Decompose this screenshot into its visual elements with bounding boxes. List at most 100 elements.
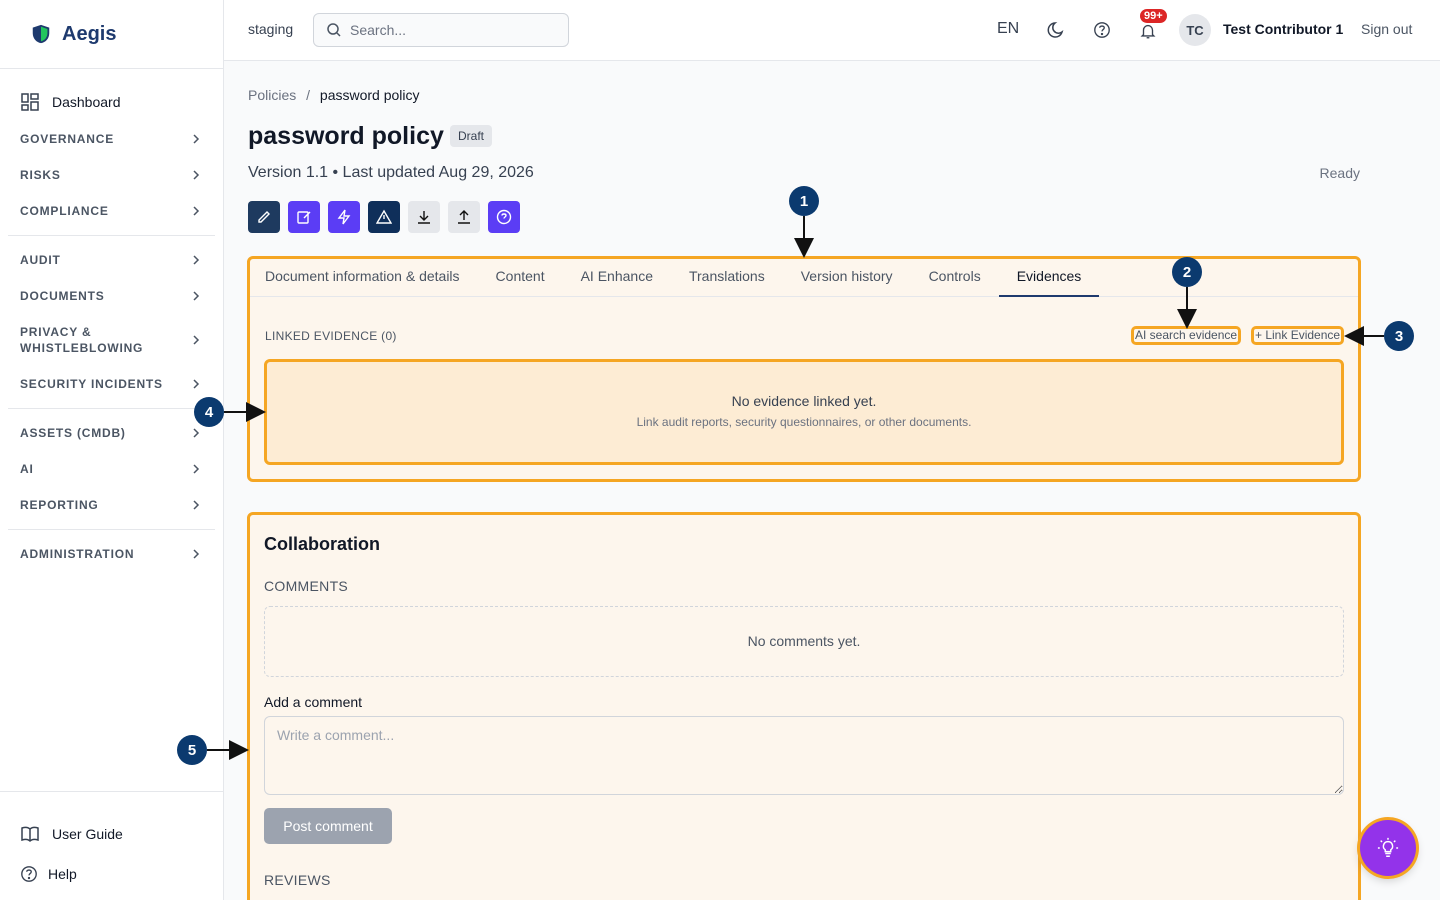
help-circle-icon[interactable]: [1093, 21, 1111, 39]
environment-label: staging: [248, 21, 294, 37]
language-switcher[interactable]: EN: [997, 20, 1019, 38]
chevron-right-icon: [193, 379, 200, 389]
user-guide-link[interactable]: User Guide: [0, 814, 223, 854]
warning-button[interactable]: [368, 201, 400, 233]
sidebar-divider: [8, 529, 215, 530]
sidebar-item-label: Administration: [20, 547, 135, 561]
search-input[interactable]: [350, 22, 550, 38]
lightbulb-icon: [1377, 837, 1399, 857]
sidebar-item-administration[interactable]: Administration: [0, 536, 223, 572]
sidebar-item-label: Privacy & Whistleblowing: [20, 325, 144, 355]
empty-subtitle: Link audit reports, security questionnai…: [636, 415, 972, 429]
sidebar-nav-groups: Governance Risks Compliance Audit Documents P…: [0, 121, 223, 572]
tabs-card: Document information & details Content AI …: [247, 256, 1361, 482]
avatar[interactable]: TC: [1179, 14, 1211, 46]
add-comment-label: Add a comment: [264, 694, 363, 710]
ai-search-evidence-button[interactable]: AI search evidence: [1131, 326, 1242, 345]
sidebar-item-reporting[interactable]: Reporting: [0, 487, 223, 523]
search-box[interactable]: [313, 13, 569, 47]
tab-document-information-details[interactable]: Document information & details: [263, 259, 478, 297]
brand[interactable]: Aegis: [0, 0, 223, 69]
marker-3: 3: [1384, 321, 1414, 351]
sidebar-item-label: AI: [20, 462, 34, 476]
tab-evidences[interactable]: Evidences: [998, 259, 1100, 297]
chevron-right-icon: [193, 500, 200, 510]
post-comment-button[interactable]: Post comment: [264, 808, 392, 844]
document-toolbar: [248, 201, 520, 233]
sidebar-item-documents[interactable]: Documents: [0, 278, 223, 314]
edit-document-button[interactable]: [288, 201, 320, 233]
ready-status: Ready: [1319, 165, 1360, 181]
marker-5: 5: [177, 735, 207, 765]
sidebar-item-governance[interactable]: Governance: [0, 121, 223, 157]
tab-controls[interactable]: Controls: [911, 259, 999, 297]
warning-icon: [376, 209, 392, 224]
chevron-right-icon: [193, 255, 200, 265]
sidebar-item-label: Audit: [20, 253, 61, 267]
sidebar-item-label: Assets (CMDB): [20, 426, 126, 440]
sidebar-item-label: Dashboard: [52, 94, 121, 110]
status-badge: Draft: [450, 125, 493, 147]
download-button[interactable]: [408, 201, 440, 233]
sidebar-item-security-incidents[interactable]: Security Incidents: [0, 366, 223, 402]
sidebar-item-label: Compliance: [20, 204, 109, 218]
sidebar-item-audit[interactable]: Audit: [0, 242, 223, 278]
marker-2: 2: [1172, 257, 1202, 287]
comment-textarea[interactable]: [264, 716, 1344, 795]
edit-icon: [258, 211, 270, 223]
help-circle-button[interactable]: [488, 201, 520, 233]
edit-button[interactable]: [248, 201, 280, 233]
sidebar-item-privacy-whistleblowing[interactable]: Privacy & Whistleblowing: [0, 314, 223, 366]
sidebar-item-label: Risks: [20, 168, 61, 182]
version-meta: Version 1.1 • Last updated Aug 29, 2026: [248, 164, 534, 181]
notification-badge: 99+: [1140, 9, 1167, 23]
bell-icon[interactable]: [1139, 22, 1157, 40]
chevron-right-icon: [193, 291, 200, 301]
help-label: Help: [48, 866, 77, 882]
lightning-button[interactable]: [328, 201, 360, 233]
chevron-right-icon: [193, 206, 200, 216]
help-circle-icon: [496, 209, 512, 225]
download-icon: [418, 211, 430, 224]
tab-translations[interactable]: Translations: [671, 259, 783, 297]
tab-content[interactable]: Content: [478, 259, 563, 297]
no-comments-placeholder: No comments yet.: [264, 606, 1344, 677]
search-icon: [327, 23, 341, 37]
shield-logo-icon: [32, 24, 50, 44]
linked-evidence-header: LINKED EVIDENCE (0): [265, 329, 397, 343]
sign-out-link[interactable]: Sign out: [1361, 21, 1412, 37]
upload-button[interactable]: [448, 201, 480, 233]
link-evidence-button[interactable]: + Link Evidence: [1251, 326, 1345, 345]
tab-version-history[interactable]: Version history: [783, 259, 911, 297]
sidebar-item-label: Security Incidents: [20, 377, 163, 391]
empty-title: No evidence linked yet.: [731, 393, 877, 409]
ai-assistant-button[interactable]: [1360, 820, 1416, 876]
sidebar: Aegis Dashboard Governance Risks Complianc…: [0, 0, 224, 900]
topbar: staging EN 99+ TC Test Contributor 1 Sig…: [224, 0, 1440, 61]
help-link[interactable]: Help: [0, 854, 223, 894]
sidebar-divider: [8, 408, 215, 409]
sidebar-item-dashboard[interactable]: Dashboard: [0, 87, 223, 117]
sidebar-divider: [8, 235, 215, 236]
collaboration-card: Collaboration COMMENTS No comments yet. …: [247, 512, 1361, 900]
chevron-right-icon: [193, 134, 200, 144]
sidebar-bottom: User Guide Help: [0, 791, 223, 894]
breadcrumb-current: password policy: [319, 87, 420, 103]
breadcrumb-policies[interactable]: Policies: [248, 87, 296, 103]
chevron-right-icon: [193, 549, 200, 559]
evidence-empty-state: No evidence linked yet. Link audit repor…: [264, 359, 1344, 465]
chevron-right-icon: [193, 428, 200, 438]
reviews-label: REVIEWS: [264, 872, 331, 888]
page-title: password policy: [248, 122, 444, 150]
sidebar-item-ai[interactable]: AI: [0, 451, 223, 487]
breadcrumb-separator: /: [306, 87, 311, 103]
chevron-right-icon: [193, 464, 200, 474]
chevron-right-icon: [193, 335, 200, 345]
sidebar-item-compliance[interactable]: Compliance: [0, 193, 223, 229]
moon-icon[interactable]: [1047, 20, 1067, 40]
sidebar-item-risks[interactable]: Risks: [0, 157, 223, 193]
marker-1: 1: [789, 186, 819, 216]
sidebar-item-assets-cmdb[interactable]: Assets (CMDB): [0, 415, 223, 451]
tab-ai-enhance[interactable]: AI Enhance: [563, 259, 671, 297]
collaboration-title: Collaboration: [264, 534, 380, 554]
